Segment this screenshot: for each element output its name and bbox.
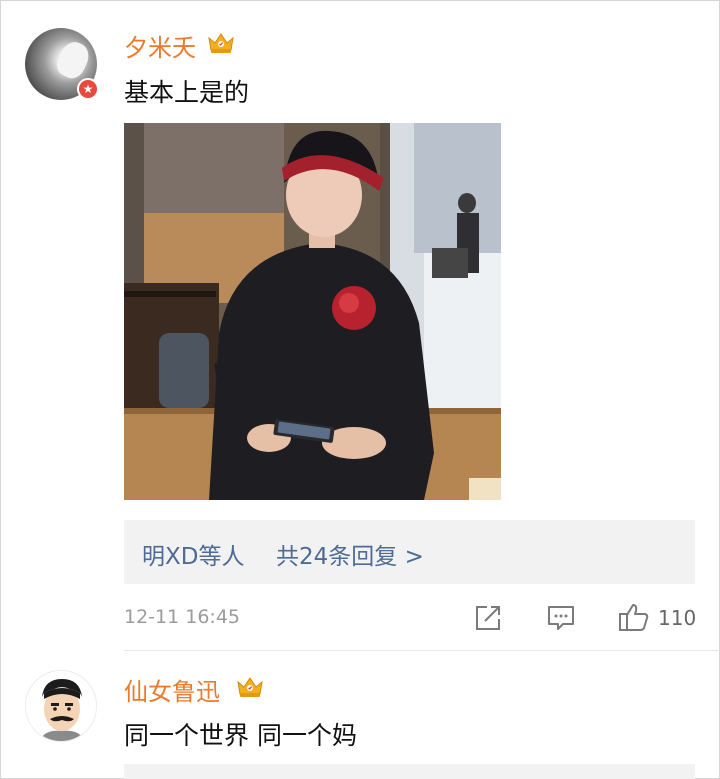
comment-text: 基本上是的 (124, 78, 250, 107)
comment-text: 同一个世界 同一个妈 (124, 721, 357, 750)
crown-icon (208, 33, 234, 53)
like-count: 110 (658, 606, 697, 630)
replies-count-link[interactable]: 共24条回复 > (276, 537, 424, 571)
avatar[interactable] (25, 670, 97, 742)
star-badge-icon: ★ (77, 78, 99, 100)
share-icon[interactable] (474, 604, 502, 632)
comment-photo[interactable] (124, 123, 501, 500)
username[interactable]: 仙女鲁迅 (124, 672, 220, 707)
crown-icon (237, 677, 263, 697)
thumbs-up-icon[interactable] (618, 602, 650, 632)
comment-icon[interactable] (546, 604, 576, 632)
comment-divider (124, 650, 720, 651)
replies-names-link[interactable]: 明XD等人 (142, 537, 244, 571)
cartoon-face-avatar-image (26, 671, 96, 741)
username[interactable]: 夕米夭 (124, 28, 196, 63)
replies-box[interactable] (124, 764, 695, 779)
comment-timestamp: 12-11 16:45 (124, 606, 241, 628)
replies-box[interactable]: 明XD等人 共24条回复 > (124, 520, 695, 584)
avatar-image-paw (52, 37, 94, 83)
